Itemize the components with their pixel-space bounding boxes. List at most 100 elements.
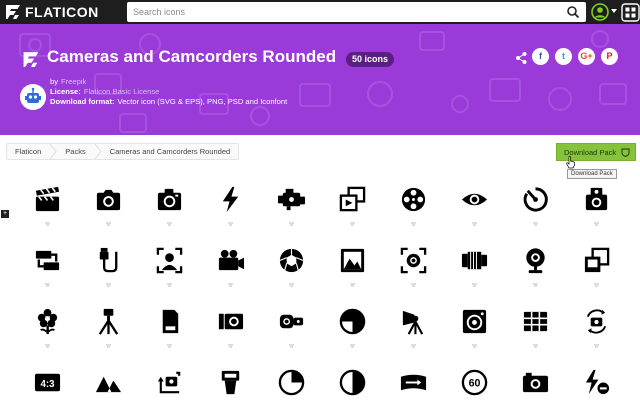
icon-timer[interactable] bbox=[515, 181, 555, 233]
icon-action-camera[interactable] bbox=[271, 303, 311, 355]
icon-memory-card[interactable] bbox=[149, 303, 189, 355]
download-tooltip: Download Pack bbox=[567, 169, 617, 179]
info-mark-icon bbox=[411, 283, 416, 287]
landscape-icon bbox=[340, 248, 365, 273]
expand-button[interactable]: + bbox=[1, 210, 9, 218]
icon-flash-off[interactable] bbox=[576, 364, 616, 416]
icon-slideshow[interactable] bbox=[332, 181, 372, 233]
icon-macro-flower[interactable] bbox=[27, 303, 67, 355]
info-mark-icon bbox=[411, 222, 416, 226]
search-icon[interactable] bbox=[566, 5, 580, 19]
info-mark-icon bbox=[106, 283, 111, 287]
caret-down-icon[interactable] bbox=[611, 9, 617, 14]
speed-text: 60 bbox=[469, 377, 481, 389]
camera-3-icon bbox=[585, 187, 608, 211]
robot-avatar-icon bbox=[20, 84, 46, 110]
user-icon[interactable] bbox=[591, 3, 609, 21]
icon-grid-overlay[interactable] bbox=[515, 303, 555, 355]
icon-rotate[interactable] bbox=[149, 364, 189, 416]
tripod-icon bbox=[98, 308, 119, 335]
icon-photos[interactable] bbox=[576, 242, 616, 294]
icon-camera-body[interactable] bbox=[515, 364, 555, 416]
author-avatar[interactable] bbox=[20, 84, 46, 110]
breadcrumb-item-current: Cameras and Camcorders Rounded bbox=[109, 147, 231, 156]
photos-icon bbox=[584, 247, 610, 273]
pinterest-share-button[interactable]: P bbox=[601, 48, 618, 65]
icon-landscape[interactable] bbox=[332, 242, 372, 294]
format-value: Vector icon (SVG & EPS), PNG, PSD and Ic… bbox=[117, 97, 288, 106]
icon-camera[interactable] bbox=[88, 181, 128, 233]
film-reel-icon bbox=[401, 187, 426, 212]
icon-count-badge: 50 icons bbox=[346, 52, 395, 67]
icon-portrait-mode[interactable] bbox=[149, 242, 189, 294]
icon-contrast[interactable] bbox=[332, 364, 372, 416]
info-mark-icon bbox=[228, 222, 233, 226]
icon-speed-60[interactable]: 60 bbox=[454, 364, 494, 416]
icon-eye[interactable] bbox=[454, 181, 494, 233]
icon-webcam[interactable] bbox=[515, 242, 555, 294]
memory-card-icon bbox=[162, 309, 179, 334]
icon-pie-timer[interactable] bbox=[271, 364, 311, 416]
flaticon-logo[interactable]: FLATICON bbox=[5, 3, 99, 21]
icon-camera-2[interactable] bbox=[149, 181, 189, 233]
breadcrumb-separator bbox=[49, 144, 57, 159]
icon-clapperboard[interactable] bbox=[27, 181, 67, 233]
icon-aspect-ratio[interactable]: 4:3 bbox=[27, 364, 67, 416]
aperture-icon bbox=[279, 248, 304, 273]
by-label: by bbox=[50, 77, 59, 86]
icon-rotate-camera[interactable] bbox=[576, 303, 616, 355]
macro-flower-icon bbox=[37, 308, 58, 335]
camera-icon bbox=[96, 189, 121, 211]
flaticon-pack-icon bbox=[23, 52, 39, 67]
icon-camera-3[interactable] bbox=[576, 181, 616, 233]
clapperboard-icon bbox=[35, 186, 60, 212]
aspect-ratio-icon: 4:3 bbox=[34, 373, 61, 392]
search-input[interactable] bbox=[133, 4, 553, 20]
icon-swap-camera[interactable] bbox=[27, 242, 67, 294]
info-mark-icon bbox=[594, 344, 599, 348]
facebook-share-button[interactable]: f bbox=[532, 48, 549, 65]
google-plus-share-button[interactable]: G+ bbox=[578, 48, 595, 65]
icon-film-reel[interactable] bbox=[393, 181, 433, 233]
share-icon[interactable] bbox=[516, 52, 527, 64]
flash-off-icon bbox=[585, 369, 610, 395]
icon-mountains[interactable] bbox=[88, 364, 128, 416]
icon-usb-cable[interactable] bbox=[88, 242, 128, 294]
breadcrumb-item-flaticon[interactable]: Flaticon bbox=[7, 144, 49, 159]
icon-panorama[interactable] bbox=[393, 364, 433, 416]
icon-camcorder[interactable] bbox=[271, 181, 311, 233]
shield-icon bbox=[621, 148, 630, 157]
search-box[interactable] bbox=[127, 2, 586, 22]
info-mark-icon bbox=[106, 344, 111, 348]
icon-exposure[interactable] bbox=[332, 303, 372, 355]
author-link[interactable]: Freepik bbox=[61, 77, 86, 87]
info-mark-icon bbox=[350, 222, 355, 226]
exposure-icon bbox=[339, 308, 366, 335]
info-mark-icon bbox=[533, 344, 538, 348]
icon-tripod[interactable] bbox=[88, 303, 128, 355]
grid-icon[interactable] bbox=[621, 3, 640, 22]
icon-aperture[interactable] bbox=[271, 242, 311, 294]
icon-video-camera[interactable] bbox=[210, 242, 250, 294]
focus-icon bbox=[400, 247, 427, 274]
portrait-mode-icon bbox=[156, 247, 183, 274]
icon-camera-lens[interactable] bbox=[454, 303, 494, 355]
info-mark-icon bbox=[411, 344, 416, 348]
aspect-ratio-text: 4:3 bbox=[41, 379, 56, 390]
info-mark-icon bbox=[350, 344, 355, 348]
license-link[interactable]: Flaticon Basic License bbox=[84, 87, 160, 97]
icon-focus[interactable] bbox=[393, 242, 433, 294]
info-mark-icon bbox=[167, 222, 172, 226]
breadcrumb-item-packs[interactable]: Packs bbox=[57, 144, 93, 159]
pie-timer-icon bbox=[278, 369, 305, 396]
info-mark-icon bbox=[594, 283, 599, 287]
icon-flash[interactable] bbox=[210, 181, 250, 233]
icon-studio-light[interactable] bbox=[393, 303, 433, 355]
icon-compact-camera[interactable] bbox=[210, 303, 250, 355]
swap-camera-icon bbox=[35, 250, 60, 271]
top-bar: FLATICON bbox=[0, 0, 640, 24]
twitter-share-button[interactable]: t bbox=[555, 48, 572, 65]
breadcrumb: Flaticon Packs Cameras and Camcorders Ro… bbox=[6, 143, 240, 160]
icon-lens[interactable] bbox=[454, 242, 494, 294]
icon-external-flash[interactable] bbox=[210, 364, 250, 416]
